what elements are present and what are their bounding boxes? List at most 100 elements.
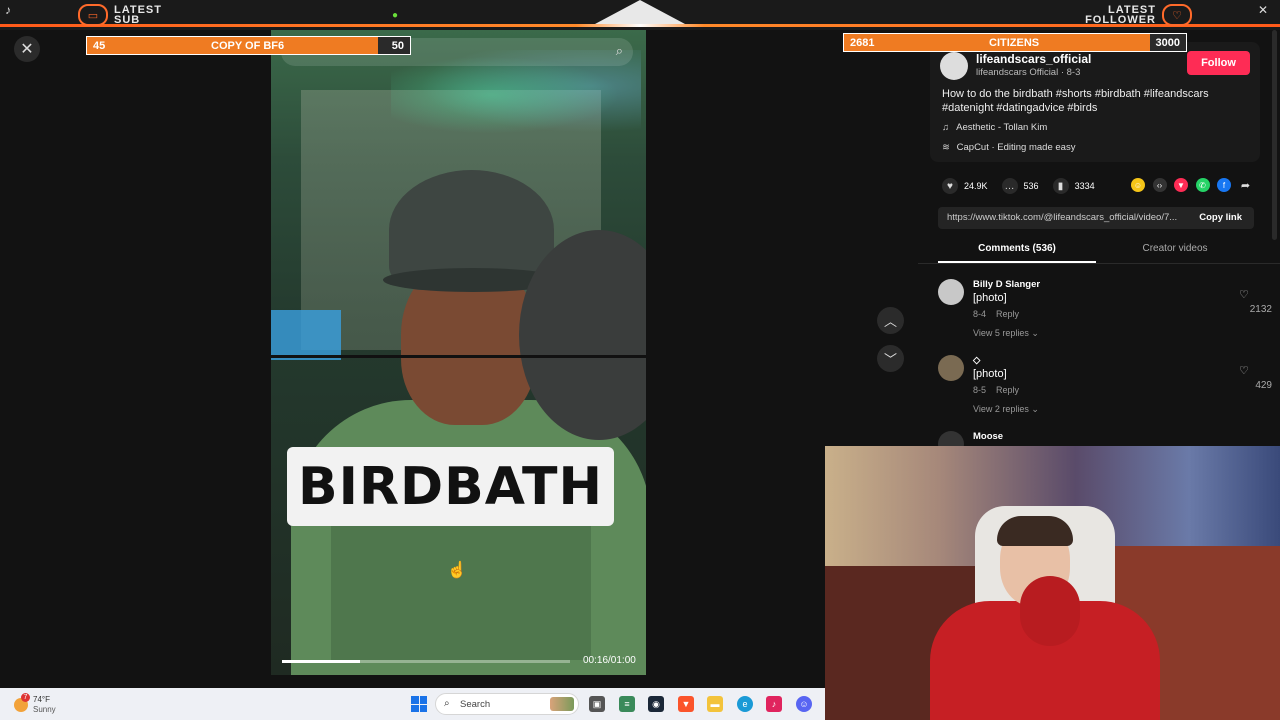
comment-text: [photo] xyxy=(973,292,1007,304)
comment-meta: 8-4 Reply xyxy=(973,309,1019,319)
music-line[interactable]: ♫ Aesthetic - Tollan Kim xyxy=(942,122,1047,133)
panel-scrollbar[interactable] xyxy=(1272,30,1277,240)
comment-avatar[interactable] xyxy=(938,279,964,305)
video-player[interactable]: ent ⌕ BIRDBATH ☝ 00:16/01:00 xyxy=(271,30,646,675)
follow-button[interactable]: Follow xyxy=(1187,51,1250,75)
comment-meta: 8-5 Reply xyxy=(973,385,1019,395)
notepad-icon[interactable]: ≡ xyxy=(619,696,635,712)
search-highlight-image xyxy=(550,697,574,711)
search-icon: ⌕ xyxy=(444,698,450,709)
comment-like-icon[interactable]: ♡ xyxy=(1239,364,1249,377)
discord-icon[interactable]: ☺ xyxy=(796,696,812,712)
post-description: How to do the birdbath #shorts #birdbath… xyxy=(942,88,1209,114)
comment-stat[interactable]: … 536 xyxy=(1001,178,1039,194)
embed-icon[interactable]: ‹› xyxy=(1152,178,1167,192)
facebook-icon[interactable]: f xyxy=(1217,178,1231,192)
friends-share-icon[interactable]: ☺ xyxy=(1131,178,1145,192)
sub-goal-title: COPY OF BF6 xyxy=(211,40,285,52)
window-close-icon[interactable]: ✕ xyxy=(1258,3,1268,17)
follower-goal-current: 2681 xyxy=(850,37,875,49)
tiktok-icon[interactable]: ♪ xyxy=(766,696,782,712)
comment-reply-button[interactable]: Reply xyxy=(996,309,1019,319)
screen: ♪ ▭ LATEST SUB ● LATEST FOLLOWER ♡ ✕ 45 … xyxy=(0,0,1280,720)
taskbar-search-label: Search xyxy=(460,699,491,710)
stream-overlay-bar: ♪ ▭ LATEST SUB ● LATEST FOLLOWER ♡ ✕ xyxy=(0,0,1280,30)
video-scene-shirt-print xyxy=(331,520,591,660)
view-replies-button[interactable]: View 5 replies ⌄ xyxy=(973,328,1039,339)
brave-icon[interactable]: ▼ xyxy=(678,696,694,712)
search-icon[interactable]: ⌕ xyxy=(616,43,623,59)
author-avatar[interactable] xyxy=(940,52,968,80)
task-view-icon[interactable]: ▣ xyxy=(589,696,605,712)
overlay-center-notch xyxy=(595,0,685,24)
view-replies-button[interactable]: View 2 replies ⌄ xyxy=(973,404,1039,415)
status-indicator-icon: ● xyxy=(392,10,399,21)
comment-date: 8-4 xyxy=(973,309,987,319)
comment-item: Billy D Slanger [photo] 8-4 Reply View 5… xyxy=(938,279,1272,339)
comment-date: 8-5 xyxy=(973,385,987,395)
windows-start-icon[interactable] xyxy=(411,696,427,712)
previous-video-button[interactable]: ︿ xyxy=(877,307,904,334)
follower-goal-bar: 2681 CITIZENS 3000 xyxy=(843,33,1187,52)
twitch-icon: ▭ xyxy=(78,4,108,26)
share-link-url[interactable]: https://www.tiktok.com/@lifeandscars_off… xyxy=(947,212,1187,223)
chevron-down-icon: ﹀ xyxy=(883,352,897,367)
weather-temperature: 74°F xyxy=(33,695,50,704)
author-display-line: lifeandscars Official · 8-3 xyxy=(976,67,1081,78)
comment-text: [photo] xyxy=(973,368,1007,380)
webcam-feed xyxy=(825,446,1280,720)
comment-like-count: 2132 xyxy=(1249,304,1272,315)
latest-sub-label: LATEST SUB xyxy=(114,4,162,26)
comment-author[interactable]: Billy D Slanger xyxy=(973,279,1040,290)
follower-goal-target: 3000 xyxy=(1155,37,1180,49)
save-stat[interactable]: ▮ 3334 xyxy=(1052,178,1095,194)
mouse-cursor-icon: ☝ xyxy=(447,562,467,579)
close-icon: ✕ xyxy=(20,41,34,58)
edge-icon[interactable]: e xyxy=(737,696,753,712)
capcut-text[interactable]: CapCut · Editing made easy xyxy=(957,142,1076,153)
video-progress-played xyxy=(282,660,360,663)
heart-icon: ♥ xyxy=(942,178,958,194)
capcut-icon: ≋ xyxy=(942,142,950,153)
share-arrow-icon[interactable]: ➦ xyxy=(1239,178,1253,192)
taskbar-search-input[interactable]: ⌕ Search xyxy=(435,693,579,715)
comment-avatar[interactable] xyxy=(938,355,964,381)
tabs-divider xyxy=(918,263,1280,264)
music-title[interactable]: Aesthetic - Tollan Kim xyxy=(956,122,1047,133)
video-caption: BIRDBATH xyxy=(287,447,614,526)
like-count: 24.9K xyxy=(964,181,988,191)
heart-badge-icon: ♡ xyxy=(1162,4,1192,26)
bookmark-icon: ▮ xyxy=(1052,178,1069,194)
author-username[interactable]: lifeandscars_official xyxy=(976,52,1091,66)
music-note-icon: ♫ xyxy=(942,122,950,133)
file-explorer-icon[interactable]: ▬ xyxy=(707,696,723,712)
sub-goal-bar: 45 COPY OF BF6 50 xyxy=(86,36,411,55)
comment-author[interactable]: Moose xyxy=(973,431,1003,442)
send-icon[interactable]: ▼ xyxy=(1174,178,1188,192)
comment-item: Moose xyxy=(938,431,1258,457)
latest-follower-label: LATEST FOLLOWER xyxy=(1085,4,1156,26)
notification-badge: 7 xyxy=(21,693,30,702)
follower-goal-title: CITIZENS xyxy=(989,37,1040,49)
comment-reply-button[interactable]: Reply xyxy=(996,385,1019,395)
tiktok-corner-icon: ♪ xyxy=(5,3,11,17)
webcam-person-arm xyxy=(1020,576,1080,646)
comment-like-icon[interactable]: ♡ xyxy=(1239,288,1249,301)
video-progress-bar[interactable] xyxy=(282,660,570,663)
comment-author[interactable]: ◇ xyxy=(973,355,980,366)
next-video-button[interactable]: ﹀ xyxy=(877,345,904,372)
share-link-box: https://www.tiktok.com/@lifeandscars_off… xyxy=(938,207,1254,229)
like-stat[interactable]: ♥ 24.9K xyxy=(942,178,988,194)
video-scene-monitor xyxy=(271,310,341,360)
copy-link-button[interactable]: Copy link xyxy=(1199,212,1242,223)
sub-goal-target: 50 xyxy=(391,40,404,52)
whatsapp-icon[interactable]: ✆ xyxy=(1195,178,1210,192)
close-viewer-button[interactable]: ✕ xyxy=(14,36,40,62)
tab-creator-videos[interactable]: Creator videos xyxy=(1096,243,1254,263)
video-scene-divider xyxy=(271,355,646,358)
tab-comments[interactable]: Comments (536) xyxy=(938,243,1096,263)
share-icons: ☺ ‹› ▼ ✆ f ➦ xyxy=(1131,178,1260,192)
capcut-line[interactable]: ≋ CapCut · Editing made easy xyxy=(942,142,1075,153)
panel-tabs: Comments (536) Creator videos xyxy=(938,243,1254,263)
steam-icon[interactable]: ◉ xyxy=(648,696,664,712)
